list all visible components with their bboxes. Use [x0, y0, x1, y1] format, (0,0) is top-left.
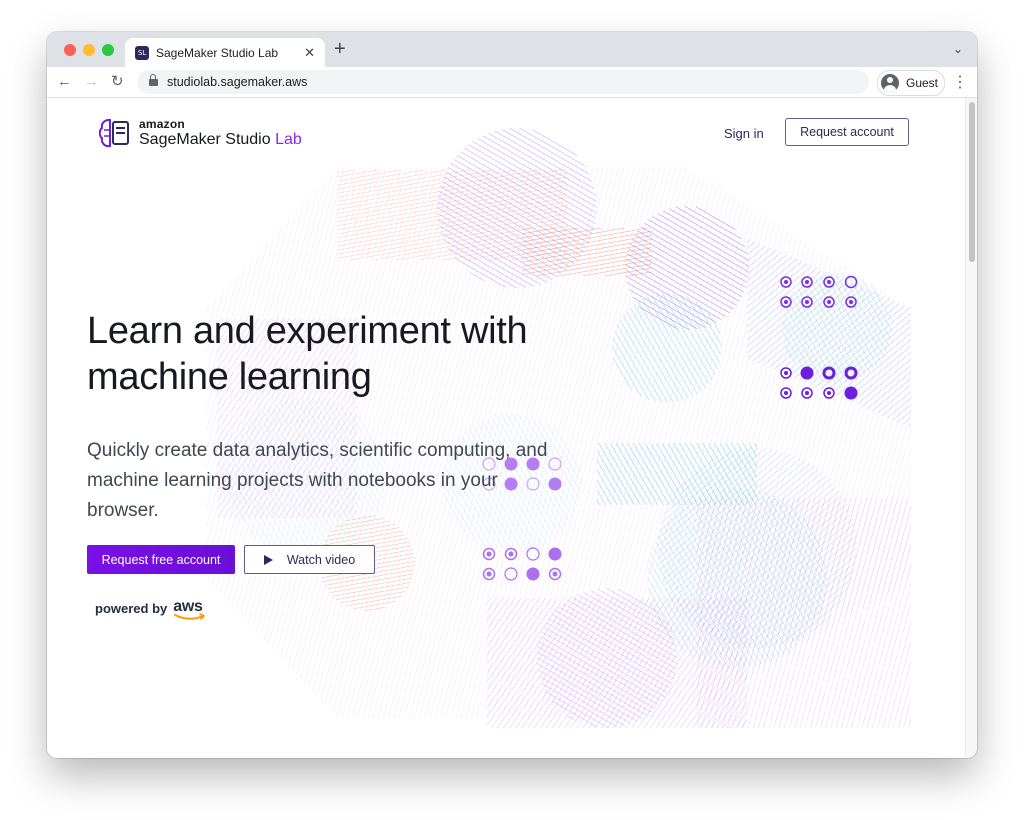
brand-product-name: SageMaker Studio: [139, 131, 271, 148]
watch-video-label: Watch video: [286, 552, 356, 567]
scrollbar-thumb[interactable]: [969, 102, 975, 262]
forward-arrow-icon[interactable]: →: [84, 73, 99, 91]
browser-tab[interactable]: SL SageMaker Studio Lab ✕: [125, 38, 325, 67]
new-tab-button[interactable]: +: [334, 38, 346, 60]
headline-line-2: machine learning: [87, 356, 372, 398]
reload-icon[interactable]: ↻: [111, 73, 124, 91]
browser-toolbar: ← → ↻ studiolab.sagemaker.aws Guest ⋮: [47, 67, 977, 98]
chevron-down-icon[interactable]: ⌄: [953, 42, 963, 56]
powered-by-text: powered by: [95, 601, 168, 616]
lock-icon[interactable]: [149, 73, 158, 87]
kebab-menu-icon[interactable]: ⋮: [952, 72, 968, 92]
powered-by-aws: powered by aws: [95, 598, 207, 620]
profile-button[interactable]: Guest: [877, 70, 945, 96]
address-bar[interactable]: studiolab.sagemaker.aws: [137, 70, 869, 94]
tab-close-icon[interactable]: ✕: [304, 45, 315, 61]
hero-headline: Learn and experiment with machine learni…: [87, 308, 607, 400]
back-arrow-icon[interactable]: ←: [57, 73, 72, 91]
hero-illustration: [207, 128, 911, 728]
studio-lab-logo-icon: [99, 119, 129, 148]
aws-smile-icon: [174, 613, 206, 620]
tab-strip: SL SageMaker Studio Lab ✕ + ⌄: [47, 32, 977, 67]
page-scrollbar[interactable]: [965, 98, 977, 758]
subheading-line-2: machine learning projects with notebooks…: [87, 470, 498, 491]
request-free-account-button[interactable]: Request free account: [87, 545, 235, 574]
minimize-window-button[interactable]: [83, 44, 95, 56]
sign-in-link[interactable]: Sign in: [724, 126, 764, 141]
hero-subheading: Quickly create data analytics, scientifi…: [87, 436, 577, 526]
subheading-line-1: Quickly create data analytics, scientifi…: [87, 440, 548, 461]
close-window-button[interactable]: [64, 44, 76, 56]
browser-window: SL SageMaker Studio Lab ✕ + ⌄ ← → ↻ stud…: [47, 32, 977, 758]
brand-wordmark: amazon SageMaker Studio Lab: [139, 118, 302, 148]
guest-avatar-icon: [881, 74, 899, 92]
play-icon: [263, 554, 273, 565]
brand-product: SageMaker Studio Lab: [139, 132, 302, 148]
page-viewport: amazon SageMaker Studio Lab Sign in Requ…: [47, 98, 965, 758]
headline-line-1: Learn and experiment with: [87, 310, 528, 352]
brand-logo[interactable]: amazon SageMaker Studio Lab: [99, 116, 302, 150]
watch-video-button[interactable]: Watch video: [244, 545, 375, 574]
tab-title: SageMaker Studio Lab: [156, 45, 279, 60]
maximize-window-button[interactable]: [102, 44, 114, 56]
brand-amazon: amazon: [139, 117, 185, 131]
brand-lab: Lab: [275, 131, 302, 148]
profile-label: Guest: [906, 76, 939, 90]
url-text[interactable]: studiolab.sagemaker.aws: [167, 75, 307, 89]
favicon-icon: SL: [135, 45, 149, 60]
aws-logo: aws: [173, 598, 207, 620]
subheading-line-3: browser.: [87, 500, 159, 521]
request-account-button[interactable]: Request account: [785, 118, 909, 146]
